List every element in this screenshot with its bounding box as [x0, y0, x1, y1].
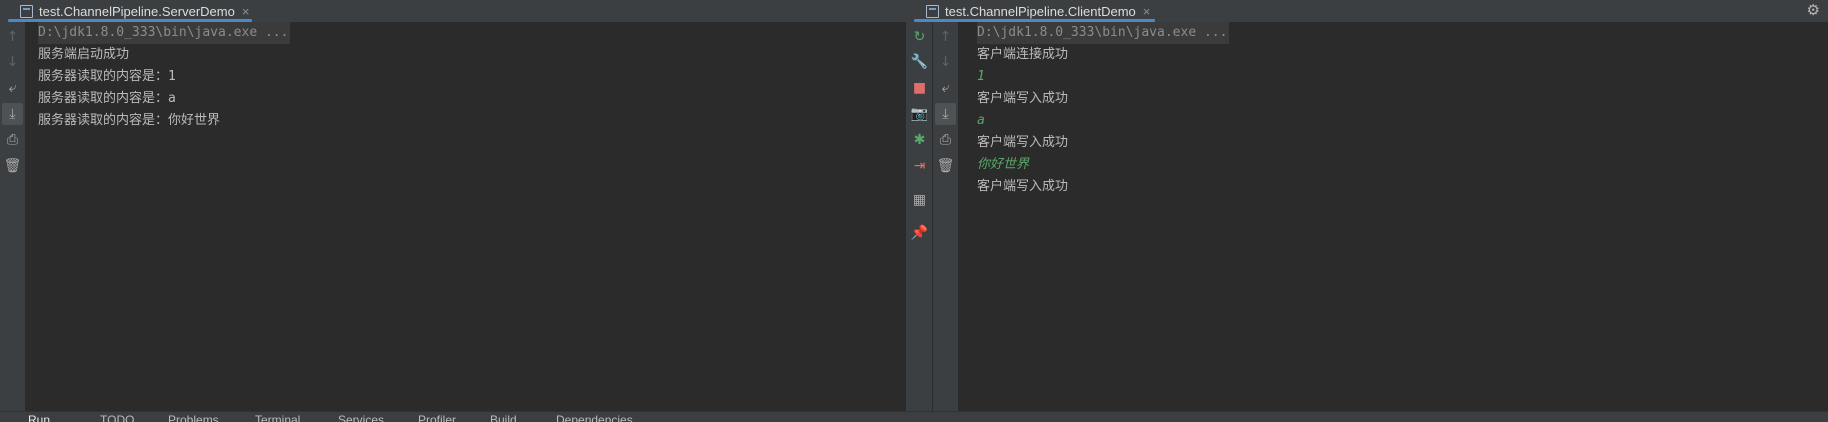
close-icon[interactable]: × [1143, 4, 1151, 19]
console-line: 客户端写入成功 [977, 135, 1069, 150]
arrow-down-icon[interactable]: ↓ [0, 51, 25, 73]
wrench-icon[interactable]: 🔧 [907, 51, 932, 73]
tab-server-demo-title: test.ChannelPipeline.ServerDemo [39, 3, 235, 19]
tool-tab-dependencies[interactable]: Dependencies [556, 413, 633, 422]
exit-icon[interactable]: ⇥ [907, 155, 932, 177]
tool-tab-run[interactable]: Run [28, 413, 50, 422]
tool-tab-build[interactable]: Build [490, 413, 517, 422]
run-config-icon [20, 4, 33, 18]
user-input-line: 你好世界 [977, 157, 1030, 172]
console-line: 客户端写入成功 [977, 179, 1069, 194]
soft-wrap-icon[interactable]: ⤶ [933, 77, 958, 99]
arrow-up-icon[interactable]: ↑ [933, 26, 958, 48]
client-console-pane: ↻ 🔧 ■ 📷 ✱ ⇥ ▦ 📌 ↑ ↓ ⤶ ⤓ ⎙ 🗑 D:\jdk1.8.0_… [907, 22, 1828, 411]
client-console-toolbar: ↑ ↓ ⤶ ⤓ ⎙ 🗑 [933, 22, 958, 411]
print-icon[interactable]: ⎙ [933, 129, 958, 151]
console-line: 服务端启动成功 [38, 47, 130, 62]
console-line: 客户端连接成功 [977, 47, 1069, 62]
camera-icon[interactable]: 📷 [907, 103, 932, 125]
arrow-down-icon[interactable]: ↓ [933, 51, 958, 73]
stop-icon[interactable]: ■ [907, 77, 932, 99]
trash-icon[interactable]: 🗑 [0, 155, 25, 177]
user-input-line: 1 [977, 69, 985, 84]
trash-icon[interactable]: 🗑 [933, 155, 958, 177]
command-line: D:\jdk1.8.0_333\bin\java.exe ... [38, 22, 291, 44]
scroll-to-end-icon[interactable]: ⤓ [2, 103, 23, 125]
run-tab-bar: test.ChannelPipeline.ServerDemo × test.C… [0, 0, 1828, 22]
command-line: D:\jdk1.8.0_333\bin\java.exe ... [977, 22, 1230, 44]
tool-tab-problems[interactable]: Problems [168, 413, 219, 422]
tool-tab-todo[interactable]: TODO [100, 413, 134, 422]
scroll-to-end-icon[interactable]: ⤓ [935, 103, 956, 125]
tab-client-demo-title: test.ChannelPipeline.ClientDemo [945, 3, 1136, 19]
gear-icon[interactable]: ⚙ [1807, 1, 1820, 19]
tool-tab-terminal[interactable]: Terminal [255, 413, 300, 422]
console-line: 客户端写入成功 [977, 91, 1069, 106]
soft-wrap-icon[interactable]: ⤶ [0, 77, 25, 99]
server-console-pane: ↑ ↓ ⤶ ⤓ ⎙ 🗑 D:\jdk1.8.0_333\bin\java.exe… [0, 22, 906, 411]
run-config-icon [926, 4, 939, 18]
arrow-up-icon[interactable]: ↑ [0, 26, 25, 48]
console-line: 服务器读取的内容是：1 [38, 69, 176, 84]
debug-bug-icon[interactable]: ✱ [907, 129, 932, 151]
rerun-icon[interactable]: ↻ [907, 26, 932, 48]
server-console-output[interactable]: D:\jdk1.8.0_333\bin\java.exe ... 服务端启动成功… [38, 22, 291, 132]
tool-tab-services[interactable]: Services [338, 413, 384, 422]
pin-icon[interactable]: 📌 [907, 222, 932, 244]
user-input-line: a [977, 113, 985, 128]
close-icon[interactable]: × [242, 4, 250, 19]
layout-icon[interactable]: ▦ [907, 189, 932, 211]
client-console-output[interactable]: D:\jdk1.8.0_333\bin\java.exe ... 客户端连接成功… [977, 22, 1230, 198]
client-run-toolbar: ↻ 🔧 ■ 📷 ✱ ⇥ ▦ 📌 [907, 22, 932, 411]
console-line: 服务器读取的内容是：你好世界 [38, 113, 221, 128]
bottom-tool-window-bar: Run TODO Problems Terminal Services Prof… [0, 411, 1828, 422]
print-icon[interactable]: ⎙ [0, 129, 25, 151]
tool-tab-profiler[interactable]: Profiler [418, 413, 456, 422]
server-console-toolbar: ↑ ↓ ⤶ ⤓ ⎙ 🗑 [0, 22, 25, 411]
console-line: 服务器读取的内容是：a [38, 91, 176, 106]
